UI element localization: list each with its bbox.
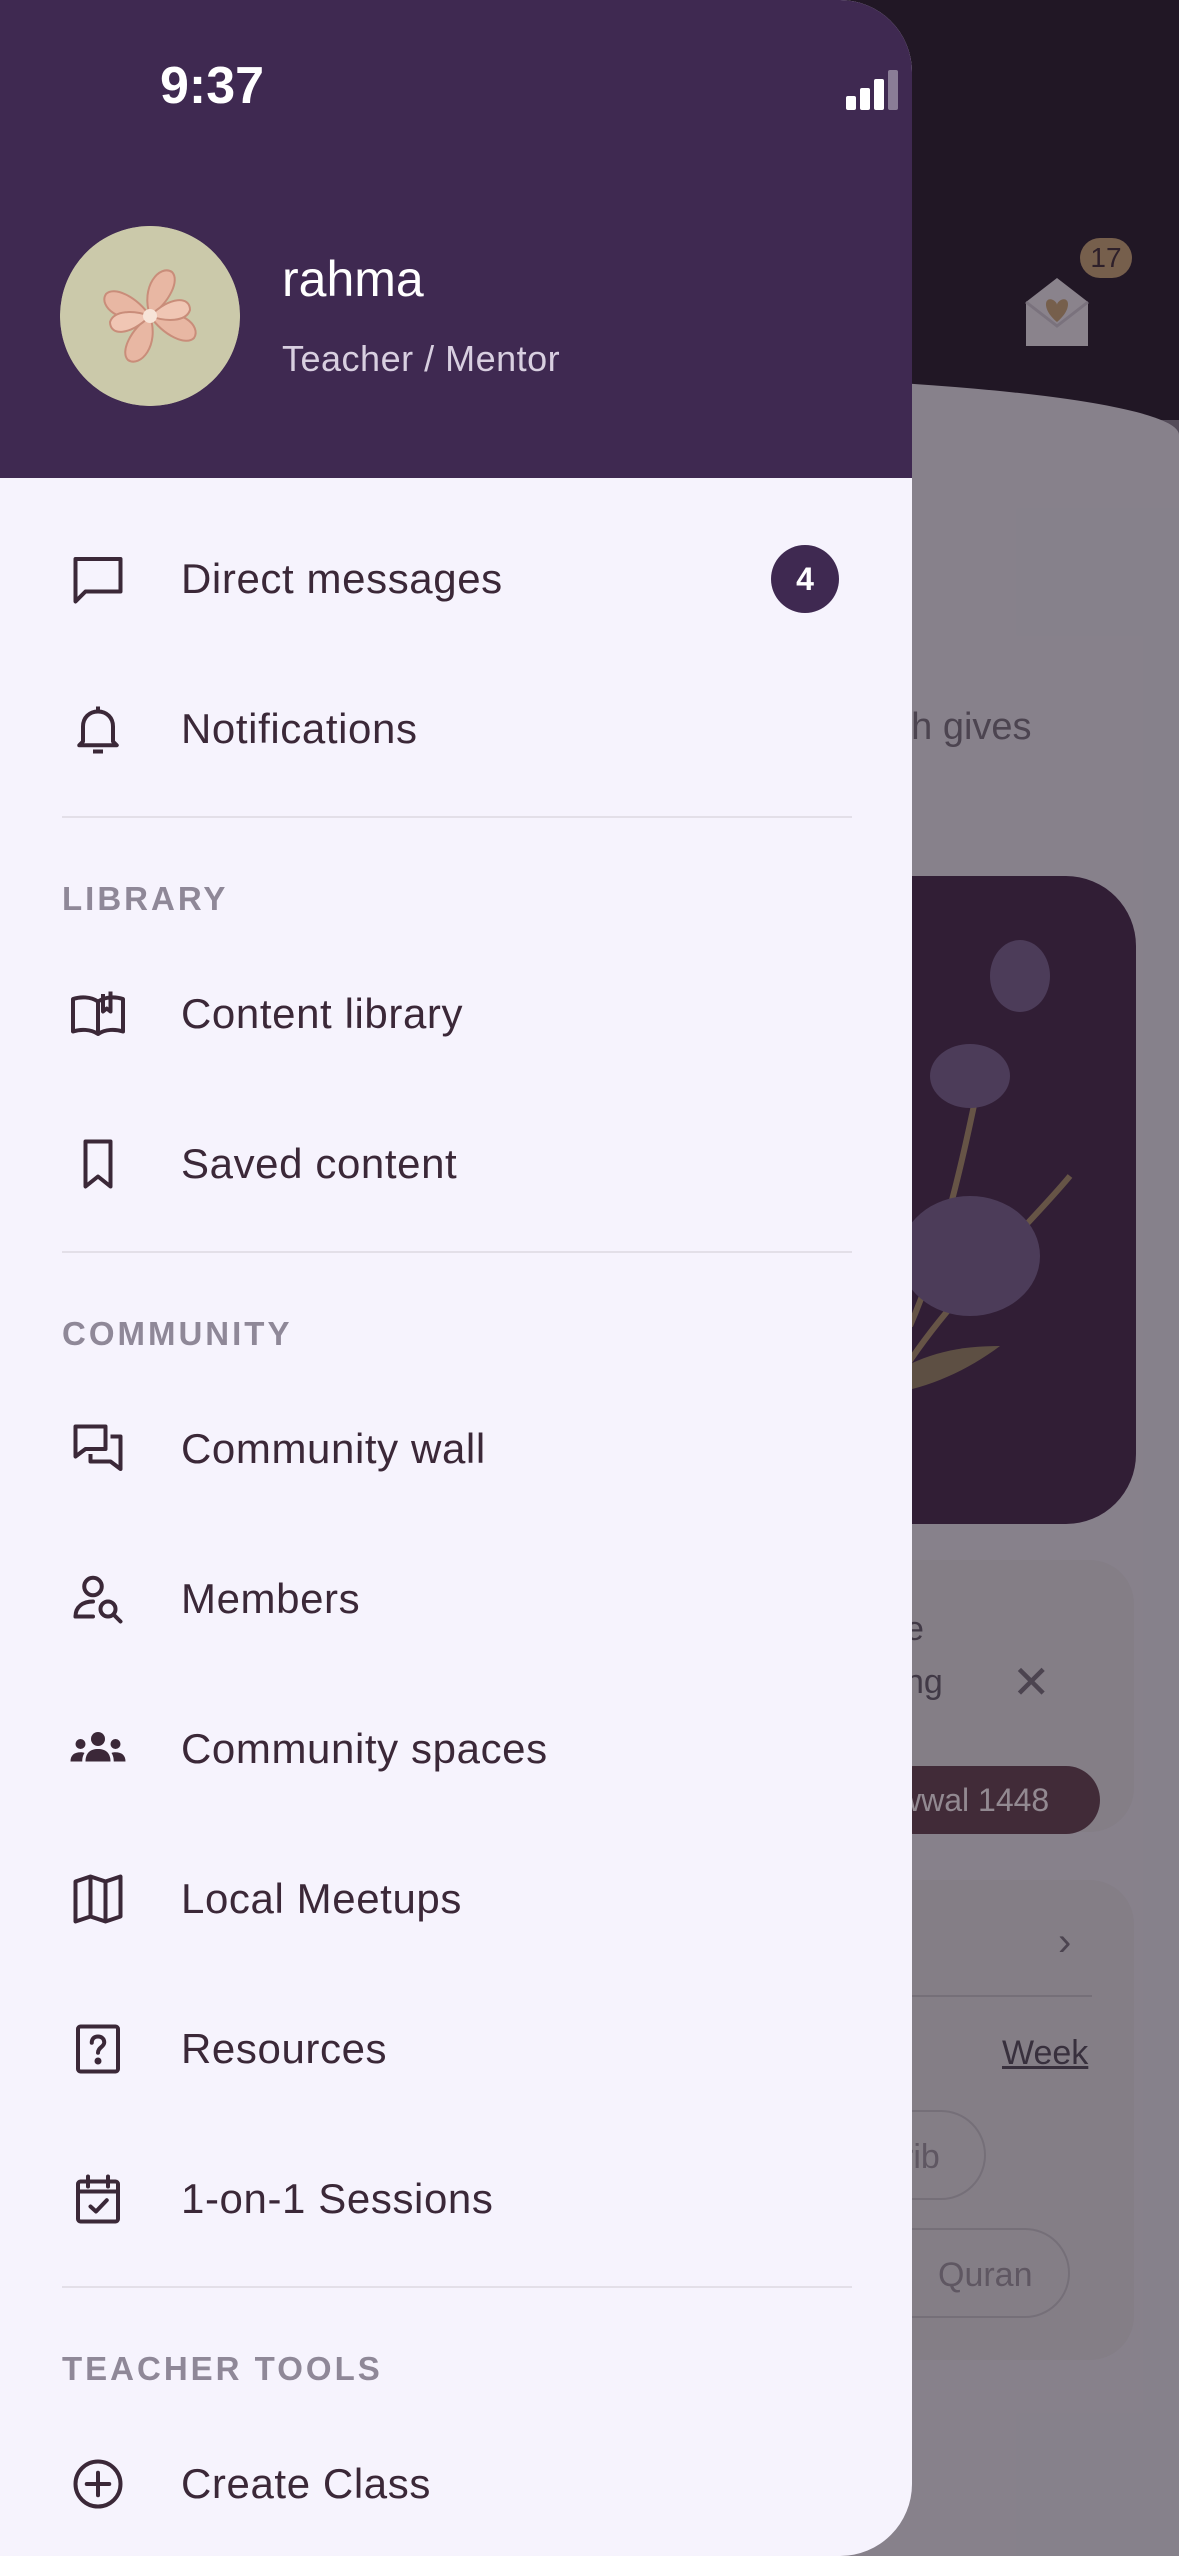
drawer-item-community-wall[interactable]: Community wall <box>0 1384 912 1514</box>
map-icon <box>68 1869 128 1929</box>
drawer-item-label: Create Class <box>181 2460 431 2507</box>
section-header-library: LIBRARY <box>62 880 229 917</box>
drawer-item-local-meetups[interactable]: Local Meetups <box>0 1834 912 1964</box>
unread-count-badge: 4 <box>771 545 839 613</box>
divider <box>62 816 852 818</box>
drawer-item-label: Community wall <box>181 1425 486 1472</box>
person-search-icon <box>68 1569 128 1629</box>
drawer-header: 9:37 43 <box>0 0 912 478</box>
profile-name[interactable]: rahma <box>282 250 424 308</box>
calendar-check-icon <box>68 2169 128 2229</box>
drawer-item-label: Local Meetups <box>181 1875 462 1922</box>
drawer-item-label: Members <box>181 1575 361 1622</box>
status-icons <box>846 70 898 110</box>
profile-role: Teacher / Mentor <box>282 338 561 379</box>
status-time: 9:37 <box>160 57 265 115</box>
avatar[interactable] <box>60 226 240 406</box>
open-book-icon <box>68 984 128 1044</box>
navigation-drawer: 9:37 43 <box>0 0 912 2556</box>
forum-icon <box>68 1419 128 1479</box>
bookmark-icon <box>68 1134 128 1194</box>
drawer-item-label: Saved content <box>181 1140 458 1187</box>
drawer-item-notifications[interactable]: Notifications <box>0 664 912 794</box>
divider <box>62 1251 852 1253</box>
drawer-item-label: Resources <box>181 2025 388 2072</box>
drawer-item-label: Content library <box>181 990 464 1037</box>
chat-bubble-icon <box>68 549 128 609</box>
drawer-item-label: Direct messages <box>181 555 503 602</box>
section-header-community: COMMUNITY <box>62 1315 293 1352</box>
drawer-item-create-class[interactable]: Create Class <box>0 2419 912 2549</box>
cellular-signal-icon <box>846 70 898 110</box>
divider <box>62 2286 852 2288</box>
help-box-icon <box>68 2019 128 2079</box>
drawer-item-community-spaces[interactable]: Community spaces <box>0 1684 912 1814</box>
groups-icon <box>68 1719 128 1779</box>
drawer-item-label: 1-on-1 Sessions <box>181 2175 494 2222</box>
drawer-item-content-library[interactable]: Content library <box>0 949 912 1079</box>
drawer-item-members[interactable]: Members <box>0 1534 912 1664</box>
section-header-teacher-tools: TEACHER TOOLS <box>62 2350 383 2387</box>
drawer-item-sessions[interactable]: 1-on-1 Sessions <box>0 2134 912 2264</box>
drawer-item-resources[interactable]: Resources <box>0 1984 912 2114</box>
add-circle-icon <box>68 2454 128 2514</box>
drawer-item-label: Notifications <box>181 705 418 752</box>
drawer-item-saved-content[interactable]: Saved content <box>0 1099 912 1229</box>
drawer-item-label: Community spaces <box>181 1725 548 1772</box>
flower-avatar-icon <box>60 226 240 406</box>
bell-icon <box>68 699 128 759</box>
